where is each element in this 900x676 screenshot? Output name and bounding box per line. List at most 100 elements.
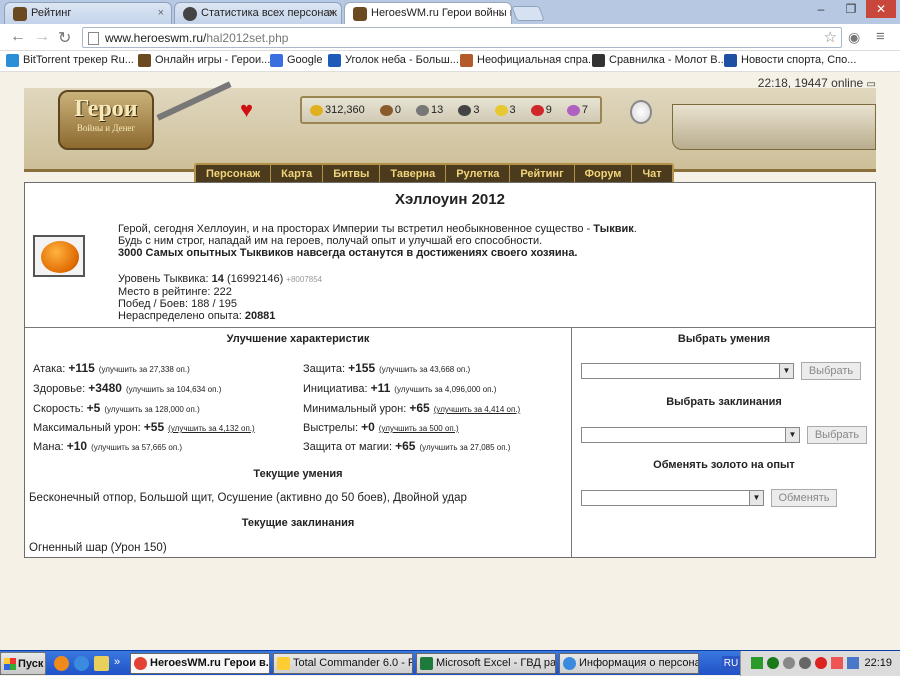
clock[interactable]: 22:19 xyxy=(864,657,892,669)
upgrade-health-link[interactable]: (улучшить за 104,634 оп.) xyxy=(126,385,221,394)
sword-icon xyxy=(156,81,232,121)
heroes-favicon-icon xyxy=(13,7,27,21)
task-total-commander[interactable]: Total Commander 6.0 - P... xyxy=(273,653,413,674)
choose-spell-button[interactable]: Выбрать xyxy=(807,426,867,444)
tab-rating[interactable]: Рейтинг × xyxy=(4,2,172,24)
google-icon xyxy=(270,54,283,67)
excel-icon xyxy=(420,657,433,670)
gems-icon xyxy=(566,104,580,116)
close-tab-icon[interactable]: × xyxy=(158,7,164,19)
ie-icon[interactable] xyxy=(74,656,89,671)
menu-battles[interactable]: Битвы xyxy=(323,165,381,183)
window-close-icon[interactable]: ✕ xyxy=(866,0,896,18)
crystal-resource: 9 xyxy=(530,104,558,116)
bookmark-sky-corner[interactable]: Уголок неба - Больш... xyxy=(328,54,459,67)
menu-roulette[interactable]: Рулетка xyxy=(446,165,511,183)
spells-select[interactable]: ▼ xyxy=(581,427,800,443)
bookmark-bittorrent[interactable]: BitTorrent трекер Ru... xyxy=(6,54,134,67)
task-ie[interactable]: Информация о персона... xyxy=(559,653,699,674)
menu-chat[interactable]: Чат xyxy=(632,165,671,183)
menu-rating[interactable]: Рейтинг xyxy=(510,165,575,183)
current-spells-title: Текущие заклинания xyxy=(241,517,355,529)
choose-skill-button[interactable]: Выбрать xyxy=(801,362,861,380)
stat-attack: Атака: +115 (улучшить за 27,338 оп.) xyxy=(33,361,190,375)
close-tab-icon[interactable]: × xyxy=(328,7,334,19)
bookmark-star-icon[interactable]: ☆ xyxy=(824,28,837,46)
skills-select[interactable]: ▼ xyxy=(581,363,794,379)
bookmark-online-games[interactable]: Онлайн игры - Герои... xyxy=(138,54,270,67)
forward-icon[interactable]: → xyxy=(34,28,50,46)
chrome-icon xyxy=(134,657,147,670)
select-skills-title: Выбрать умения xyxy=(677,333,771,345)
book-icon xyxy=(460,54,473,67)
upgrade-max-damage-link[interactable]: (улучшить за 4,132 оп.) xyxy=(168,424,255,433)
upgrade-magic-defense-link[interactable]: (улучшить за 27,085 оп.) xyxy=(419,443,510,452)
reload-icon[interactable]: ↻ xyxy=(58,28,71,48)
antivirus-icon[interactable] xyxy=(815,657,827,669)
chevron-down-icon: ▼ xyxy=(779,364,793,378)
start-button[interactable]: Пуск xyxy=(0,652,46,675)
bookmark-unofficial-ref[interactable]: Неофициальная спра... xyxy=(460,54,597,67)
gold-select[interactable]: ▼ xyxy=(581,490,764,506)
hammer-icon xyxy=(592,54,605,67)
network-icon[interactable] xyxy=(847,657,859,669)
bookmark-compare[interactable]: Сравнилка - Молот В... xyxy=(592,54,727,67)
pumpkin-portrait xyxy=(33,235,85,277)
menu-character[interactable]: Персонаж xyxy=(196,165,272,183)
upgrade-min-damage-link[interactable]: (улучшить за 4,414 оп.) xyxy=(434,405,521,414)
orb-icon[interactable] xyxy=(630,100,652,124)
bookmark-google[interactable]: Google xyxy=(270,54,322,67)
upgrade-speed-link[interactable]: (улучшить за 128,000 оп.) xyxy=(104,405,199,414)
tab-heroeswm[interactable]: HeroesWM.ru Герои войны и × xyxy=(344,2,512,24)
divider xyxy=(571,327,572,558)
menu-forum[interactable]: Форум xyxy=(575,165,633,183)
upgrade-attack-link[interactable]: (улучшить за 27,338 оп.) xyxy=(99,365,190,374)
new-tab-button[interactable] xyxy=(511,6,545,21)
current-skills: Бесконечный отпор, Большой щит, Осушение… xyxy=(29,492,467,504)
stat-initiative: Инициатива: +11 (улучшить за 4,096,000 оп… xyxy=(303,381,497,395)
upgrade-initiative-link[interactable]: (улучшить за 4,096,000 оп.) xyxy=(394,385,496,394)
minimize-icon[interactable]: – xyxy=(806,0,836,18)
eye-extension-icon[interactable]: ◉ xyxy=(848,29,860,46)
bittorrent-icon xyxy=(6,54,19,67)
firefox-icon[interactable] xyxy=(54,656,69,671)
language-indicator[interactable]: RU xyxy=(722,656,740,671)
upgrade-defense-link[interactable]: (улучшить за 43,668 оп.) xyxy=(379,365,470,374)
ore-icon xyxy=(416,104,430,116)
close-tab-icon[interactable]: × xyxy=(498,7,504,19)
menu-icon[interactable]: ≡ xyxy=(876,28,885,45)
globe-favicon-icon xyxy=(183,7,197,21)
exchange-button[interactable]: Обменять xyxy=(771,489,837,507)
back-icon[interactable]: ← xyxy=(10,28,26,46)
upgrade-mana-link[interactable]: (улучшить за 57,665 оп.) xyxy=(91,443,182,452)
tab-statistics[interactable]: Статистика всех персонаж × xyxy=(174,2,342,24)
ore-resource: 13 xyxy=(416,104,449,116)
game-logo[interactable]: Герои Войны и Денег xyxy=(58,90,154,150)
mercury-icon xyxy=(458,104,472,116)
resources-panel: 312,360 0 13 3 3 9 7 xyxy=(300,96,602,124)
plane-icon xyxy=(328,54,341,67)
chevron-double-icon[interactable]: » xyxy=(114,656,120,668)
upgrade-shots-link[interactable]: (улучшить за 500 оп.) xyxy=(379,424,459,433)
tray-app-icon[interactable] xyxy=(783,657,795,669)
mercury-resource: 3 xyxy=(458,104,485,116)
heart-icon[interactable]: ♥ xyxy=(240,97,253,123)
stat-shots: Выстрелы: +0 (улучшить за 500 оп.) xyxy=(303,420,459,434)
system-tray: 22:19 xyxy=(740,651,900,676)
page-title: Хэллоуин 2012 xyxy=(395,191,505,208)
menu-tavern[interactable]: Таверна xyxy=(380,165,447,183)
task-chrome[interactable]: HeroesWM.ru Герои в... xyxy=(130,653,270,674)
tray-app-icon[interactable] xyxy=(799,657,811,669)
stat-defense: Защита: +155 (улучшить за 43,668 оп.) xyxy=(303,361,471,375)
bookmark-sport-news[interactable]: Новости спорта, Спо... xyxy=(724,54,856,67)
tray-app-icon[interactable] xyxy=(767,657,779,669)
tray-app-icon[interactable] xyxy=(751,657,763,669)
task-excel[interactable]: Microsoft Excel - ГВД ра... xyxy=(416,653,556,674)
folder-icon[interactable] xyxy=(94,656,109,671)
menu-map[interactable]: Карта xyxy=(271,165,324,183)
maximize-icon[interactable]: ❐ xyxy=(836,0,866,18)
intro-text: Герой, сегодня Хеллоуин, и на просторах … xyxy=(118,223,637,259)
tray-app-icon[interactable] xyxy=(831,657,843,669)
url-input[interactable]: www.heroeswm.ru/hal2012set.php ☆ xyxy=(82,27,842,48)
halloween-panel: Хэллоуин 2012 Герой, сегодня Хеллоуин, и… xyxy=(24,182,876,558)
